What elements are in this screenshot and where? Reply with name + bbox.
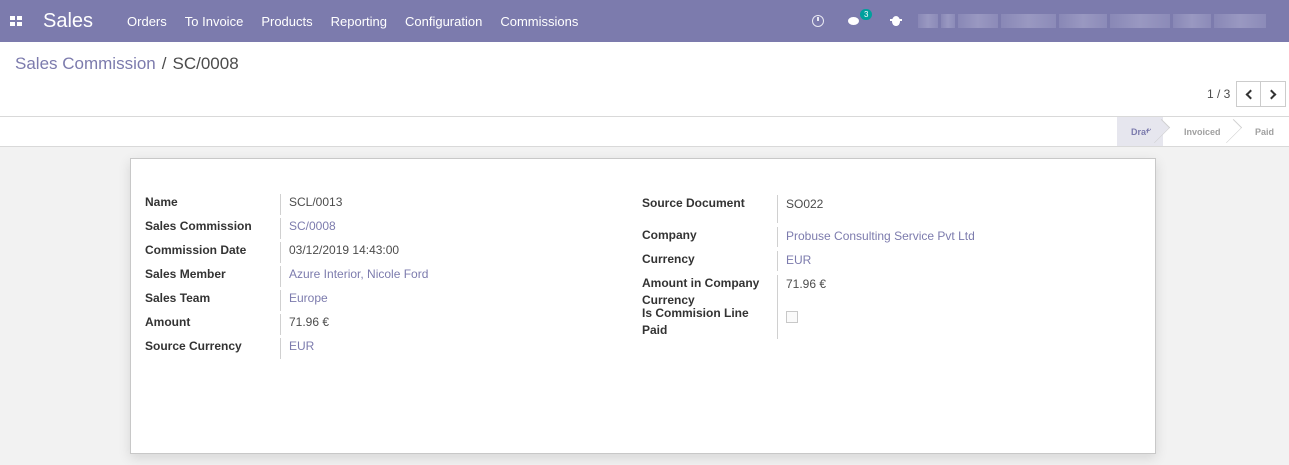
apps-menu-icon[interactable] <box>10 16 22 26</box>
field-label: Amount <box>145 314 281 335</box>
chat-icon <box>848 17 859 25</box>
field-label: Sales Team <box>145 290 281 311</box>
menu-products[interactable]: Products <box>261 14 312 29</box>
breadcrumb-current: SC/0008 <box>172 54 239 73</box>
messages-badge: 3 <box>860 9 873 20</box>
field-row-amount-company-currency: Amount in Company Currency 71.96 € <box>642 271 975 307</box>
form-statusbar: Draft Invoiced Paid <box>0 117 1289 147</box>
pager: 1 / 3 <box>1207 81 1287 107</box>
is-paid-checkbox[interactable] <box>786 311 798 323</box>
field-row-sales-team: Sales Team Europe <box>145 287 428 311</box>
field-row-amount: Amount 71.96 € <box>145 311 428 335</box>
field-value-amount-company-currency: 71.96 € <box>786 277 827 291</box>
stage-draft[interactable]: Draft <box>1116 117 1163 146</box>
field-row-name: Name SCL/0013 <box>145 191 428 215</box>
menu-commissions[interactable]: Commissions <box>500 14 578 29</box>
systray: 3 <box>812 0 902 42</box>
field-value-name: SCL/0013 <box>289 195 343 209</box>
field-label: Source Currency <box>145 338 281 359</box>
field-row-company: Company Probuse Consulting Service Pvt L… <box>642 223 975 247</box>
app-title: Sales <box>43 9 94 32</box>
stage-invoiced[interactable]: Invoiced <box>1163 117 1235 146</box>
user-menu-blurred[interactable] <box>918 8 1283 34</box>
main-menu: Orders To Invoice Products Reporting Con… <box>127 14 596 29</box>
field-row-is-commission-paid: Is Commision Line Paid <box>642 305 975 339</box>
menu-configuration[interactable]: Configuration <box>405 14 482 29</box>
field-label: Is Commision Line Paid <box>642 305 778 339</box>
field-label-line: Amount in Company <box>642 276 760 290</box>
field-label-line: Is Commision Line <box>642 306 749 320</box>
field-row-source-currency: Source Currency EUR <box>145 335 428 359</box>
debug-bug-icon[interactable] <box>890 16 902 26</box>
form-sheet: Name SCL/0013 Sales Commission SC/0008 C… <box>130 158 1156 454</box>
field-row-commission-date: Commission Date 03/12/2019 14:43:00 <box>145 239 428 263</box>
pager-value[interactable]: 1 / 3 <box>1207 87 1230 101</box>
messages-button[interactable]: 3 <box>848 9 873 27</box>
chevron-right-icon <box>1266 89 1277 99</box>
status-stages: Draft Invoiced Paid <box>1116 117 1287 146</box>
breadcrumb-parent-link[interactable]: Sales Commission <box>15 54 156 73</box>
form-group-left: Name SCL/0013 Sales Commission SC/0008 C… <box>145 191 428 359</box>
field-value-amount: 71.96 € <box>289 315 330 329</box>
form-group-right: Source Document SO022 Company Probuse Co… <box>642 191 975 339</box>
field-value-sales-commission-link[interactable]: SC/0008 <box>281 218 336 239</box>
field-value-sales-team-link[interactable]: Europe <box>281 290 328 311</box>
field-row-source-document: Source Document SO022 <box>642 191 975 223</box>
field-row-currency: Currency EUR <box>642 247 975 271</box>
field-label: Company <box>642 227 778 247</box>
stage-paid[interactable]: Paid <box>1235 117 1287 146</box>
field-value-currency-link[interactable]: EUR <box>778 251 811 271</box>
field-value-source-document: SO022 <box>786 197 824 211</box>
field-label-line: Paid <box>642 323 668 337</box>
menu-to-invoice[interactable]: To Invoice <box>185 14 244 29</box>
field-label: Source Document <box>642 195 778 223</box>
field-row-sales-member: Sales Member Azure Interior, Nicole Ford <box>145 263 428 287</box>
field-label: Currency <box>642 251 778 271</box>
field-row-sales-commission: Sales Commission SC/0008 <box>145 215 428 239</box>
field-label: Amount in Company Currency <box>642 275 778 307</box>
chevron-left-icon <box>1245 89 1256 99</box>
breadcrumb-separator: / <box>161 54 167 73</box>
pager-previous-button[interactable] <box>1236 81 1262 107</box>
control-panel: Sales Commission / SC/0008 1 / 3 <box>0 42 1289 117</box>
field-label: Commission Date <box>145 242 281 263</box>
field-value-company-link[interactable]: Probuse Consulting Service Pvt Ltd <box>778 227 975 247</box>
field-value-sales-member-link[interactable]: Azure Interior, Nicole Ford <box>281 266 428 287</box>
field-label: Sales Member <box>145 266 281 287</box>
field-value-source-currency-link[interactable]: EUR <box>281 338 314 359</box>
field-label: Name <box>145 194 281 215</box>
field-label: Sales Commission <box>145 218 281 239</box>
breadcrumb: Sales Commission / SC/0008 <box>15 54 239 74</box>
field-value-is-paid <box>778 305 798 339</box>
pager-next-button[interactable] <box>1261 81 1287 107</box>
activity-clock-icon[interactable] <box>812 15 824 27</box>
field-value-commission-date: 03/12/2019 14:43:00 <box>289 243 400 257</box>
top-navbar: Sales Orders To Invoice Products Reporti… <box>0 0 1289 42</box>
menu-orders[interactable]: Orders <box>127 14 167 29</box>
menu-reporting[interactable]: Reporting <box>331 14 387 29</box>
